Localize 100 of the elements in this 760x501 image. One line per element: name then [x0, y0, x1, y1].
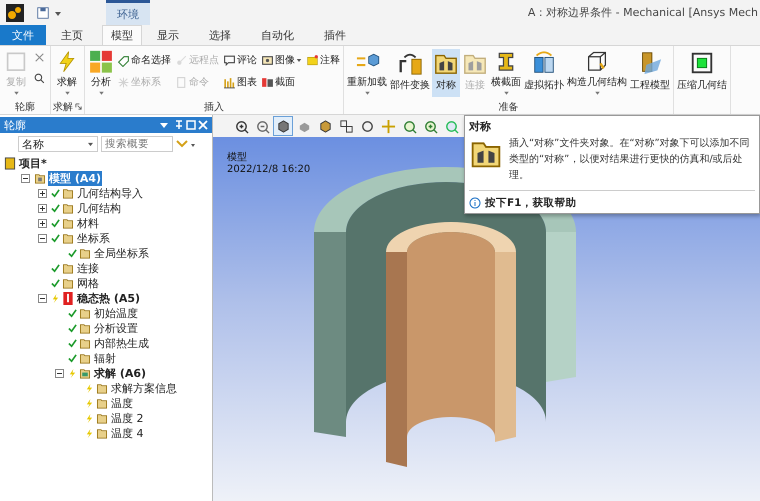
caret-icon [87, 142, 94, 146]
ribbon-tab[interactable]: 模型 [102, 25, 142, 45]
tag-icon [117, 54, 130, 66]
rotate-icon [360, 118, 374, 134]
tree-item[interactable]: 稳态热 (A5) [76, 291, 142, 306]
grid-icon [88, 50, 114, 74]
image-icon [261, 54, 274, 66]
ribbon-button[interactable]: 分析 [87, 49, 115, 97]
ribbon-button[interactable]: 求解 [53, 49, 81, 97]
ribbon-button[interactable]: 横截面 [490, 49, 522, 97]
expander-icon[interactable] [55, 369, 64, 378]
caret-icon [98, 91, 104, 96]
folder-icon [62, 277, 74, 290]
ribbon-button[interactable]: 命名选择 [116, 49, 172, 71]
book-icon [4, 157, 16, 170]
note-icon [306, 54, 319, 66]
solution-folder-icon [79, 367, 91, 380]
viewport-title: 模型 [227, 150, 247, 164]
tree-item[interactable]: 模型 (A4) [48, 171, 102, 186]
panel-controls-icon[interactable] [158, 119, 208, 131]
caret-icon [502, 91, 510, 96]
tree-item[interactable]: 网格 [76, 276, 100, 291]
tooltip-title: 对称 [469, 119, 492, 134]
group-label: 求解 [53, 100, 73, 114]
zoom-out-icon [254, 118, 270, 134]
model-folder-icon [34, 172, 46, 185]
ribbon-button[interactable]: 图表 [222, 71, 258, 93]
ribbon-button[interactable]: 工程模型 [629, 49, 671, 97]
shaded-cube-icon [318, 118, 332, 134]
chevron-icon[interactable] [176, 139, 196, 149]
ribbon-tab[interactable]: 插件 [309, 25, 361, 45]
folder-icon [79, 337, 91, 350]
folder-icon [79, 247, 91, 260]
tree-item[interactable]: 辐射 [93, 351, 117, 366]
tree-item[interactable]: 几何结构导入 [76, 186, 144, 201]
pin-icon [175, 54, 188, 66]
expander-icon[interactable] [38, 219, 47, 228]
search-field[interactable]: 搜索概要 [101, 136, 173, 152]
tree-item[interactable]: 温度 4 [110, 426, 144, 441]
pan-icon [380, 118, 396, 134]
expander-icon[interactable] [38, 204, 47, 213]
tree-item[interactable]: 材料 [76, 216, 100, 231]
tree-item[interactable]: 温度 2 [110, 411, 144, 426]
tree-item[interactable]: 初始温度 [93, 306, 139, 321]
timestamp: 2022/12/8 16:20 [227, 164, 310, 175]
tree-item[interactable]: 求解方案信息 [110, 381, 178, 396]
ribbon-tab[interactable]: 文件 [0, 25, 46, 45]
zoom-fit-icon [444, 118, 458, 134]
tree-item[interactable]: 全局坐标系 [93, 246, 150, 261]
ribbon-button[interactable]: 对称 [432, 49, 460, 97]
caret-icon [296, 58, 302, 62]
folder-icon [62, 232, 74, 245]
folder-icon [62, 202, 74, 215]
search-icon [33, 72, 46, 85]
folder-icon [62, 262, 74, 275]
app-logo-icon [6, 4, 24, 22]
expander-icon[interactable] [21, 174, 30, 183]
ribbon-button[interactable]: 部件变换 [389, 49, 431, 97]
ribbon-tab[interactable]: 显示 [142, 25, 194, 45]
close-icon [33, 51, 46, 64]
ribbon-tab[interactable]: 自动化 [246, 25, 309, 45]
tree-item[interactable]: 求解 (A6) [93, 366, 148, 381]
cube-button[interactable] [273, 116, 293, 136]
folder-icon [96, 397, 108, 410]
ribbon-tab[interactable]: 选择 [194, 25, 246, 45]
expander-icon[interactable] [38, 234, 47, 243]
cube-frame-icon [689, 50, 715, 76]
expander-icon[interactable] [38, 294, 47, 303]
tree-item[interactable]: 分析设置 [93, 321, 139, 336]
ribbon-button[interactable]: 压缩几何结 [676, 49, 728, 97]
folder-icon [79, 322, 91, 335]
ribbon-button[interactable]: 虚拟拓扑 [523, 49, 565, 97]
launcher-icon[interactable] [75, 103, 82, 110]
tree-item[interactable]: 连接 [76, 261, 100, 276]
expander-icon[interactable] [38, 189, 47, 198]
ribbon-button[interactable]: 截面 [260, 71, 303, 93]
zoom-in-icon [234, 118, 248, 134]
cube-icon [276, 118, 290, 134]
tree-item[interactable]: 坐标系 [76, 231, 111, 246]
ribbon-button[interactable]: 注释 [305, 49, 341, 71]
filter-dropdown[interactable]: 名称 [18, 136, 98, 152]
save-icon[interactable] [36, 6, 50, 20]
group-label: 准备 [498, 100, 518, 114]
tree-item[interactable]: 几何结构 [76, 201, 122, 216]
tree-item[interactable]: 项目* [18, 156, 48, 171]
ribbon-button[interactable]: 重新加载 [346, 49, 388, 97]
tree-item[interactable]: 温度 [110, 396, 134, 411]
zoom-in-icon [422, 118, 438, 134]
ribbon-tab[interactable]: 主页 [46, 25, 98, 45]
help-hint: 按下F1，获取帮助 [485, 196, 576, 210]
ribbon-button[interactable]: 图像 [260, 49, 303, 71]
ribbon-button[interactable]: 评论 [222, 49, 258, 71]
ribbon-button[interactable]: 构造几何结构 [566, 49, 628, 97]
caret-icon [594, 91, 600, 96]
panel-title: 轮廓 [4, 118, 26, 132]
caret-icon [364, 91, 370, 96]
tree-item[interactable]: 内部热生成 [93, 336, 150, 351]
axes-icon [117, 76, 130, 88]
folder-icon [62, 217, 74, 230]
context-tab-group: 环境 [106, 0, 150, 25]
